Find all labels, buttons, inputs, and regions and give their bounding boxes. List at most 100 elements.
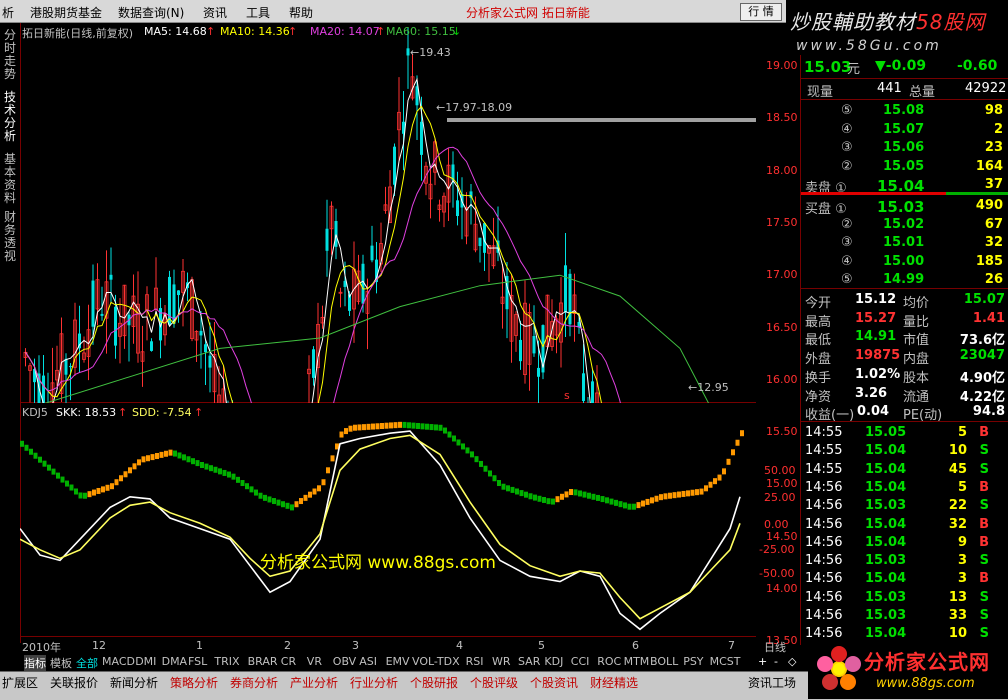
buy-level[interactable]: ⑤ 14.99 26 [801, 271, 1008, 289]
candle-body-down [370, 245, 374, 261]
menu-item-help[interactable]: 帮助 [289, 4, 313, 21]
menu-item-hk-futures[interactable]: 港股期货基金 [30, 4, 102, 21]
indicator-macd[interactable]: MACD [102, 655, 135, 668]
bottom-tab[interactable]: 个股资讯 [530, 674, 578, 690]
indicator-模板[interactable]: 模板 [50, 655, 72, 671]
tick-time: 14:56 [805, 534, 843, 550]
tick-row: 14:56 15.03 3 S [801, 552, 1008, 570]
indicator-全部[interactable]: 全部 [76, 655, 98, 671]
bottom-tab[interactable]: 个股评级 [470, 674, 518, 690]
high-note: ←19.43 [410, 46, 451, 59]
stat-label: 均价 [903, 296, 930, 311]
tick-side: B [979, 425, 989, 440]
kdj-step [627, 503, 632, 510]
stat-label: 净资 [805, 389, 832, 405]
price-chart[interactable]: s 拓日新能(日线,前复权) MA5: 14.68 ↑ MA10: 14.36 … [20, 23, 756, 403]
indicator-dma[interactable]: DMA [162, 655, 188, 668]
candle-body-down [100, 313, 104, 316]
kdj-step [618, 501, 623, 508]
tick-time: 14:56 [805, 479, 843, 495]
indicator-vr[interactable]: VR [307, 655, 322, 668]
bottom-tab[interactable]: 扩展区 [2, 674, 38, 690]
zoom-in-button[interactable]: + [758, 655, 767, 668]
kdj-chart[interactable]: KDJ5 SKK: 18.53 ↑ SDD: -7.54 ↑ 分析家公式网 ww… [20, 404, 756, 636]
indicator-brar[interactable]: BRAR [248, 655, 278, 668]
tab-fundamental[interactable]: 基本资料 [2, 153, 18, 205]
kdj-step [573, 489, 578, 496]
tick-volume: 3 [957, 553, 967, 569]
tab-intraday[interactable]: 分时走势 [2, 29, 18, 81]
now-vol-label: 现量 [807, 85, 834, 100]
bottom-tab[interactable]: 财经精选 [590, 674, 638, 690]
indicator-mcst[interactable]: MCST [710, 655, 741, 668]
indicator-指标[interactable]: 指标 [24, 655, 46, 671]
level-price: 14.99 [883, 272, 925, 287]
buy-bar [946, 192, 1008, 195]
sell-level[interactable]: ③ 15.06 23 [801, 139, 1008, 157]
kdj-step [384, 422, 389, 429]
candle-body-down [69, 366, 72, 368]
menu-item-news[interactable]: 资讯 [203, 4, 227, 21]
reset-zoom-button[interactable]: ◇ [788, 655, 796, 668]
indicator-rsi[interactable]: RSI [466, 655, 484, 668]
ma10-arrow: ↑ [288, 25, 298, 38]
indicator-cci[interactable]: CCI [571, 655, 590, 668]
level-volume: 490 [975, 198, 1003, 213]
menu-item-tools[interactable]: 工具 [246, 4, 270, 21]
tab-technical[interactable]: 技术分析 [2, 91, 18, 143]
indicator-sar[interactable]: SAR [518, 655, 540, 668]
bottom-tab[interactable]: 个股研报 [410, 674, 458, 690]
bottom-tab[interactable]: 策略分析 [170, 674, 218, 690]
buy-level[interactable]: 买盘 ① 15.03 490 [801, 197, 1008, 217]
bottom-tab[interactable]: 行业分析 [350, 674, 398, 690]
indicator-roc[interactable]: ROC [597, 655, 621, 668]
buy-level[interactable]: ③ 15.01 32 [801, 234, 1008, 252]
kdj-step [281, 501, 285, 508]
bottom-tab[interactable]: 产业分析 [290, 674, 338, 690]
kdj-step [375, 423, 380, 430]
price-axis: 19.00 18.50 18.00 17.50 17.00 16.50 16.00 15.50… [756, 23, 800, 700]
indicator-wr[interactable]: WR [492, 655, 511, 668]
buy-level[interactable]: ④ 15.00 185 [801, 253, 1008, 271]
kdj-step [569, 489, 573, 496]
kdj-step [294, 501, 299, 508]
tick-volume: 10 [948, 443, 967, 459]
zoom-out-button[interactable]: - [774, 655, 778, 668]
quote-button[interactable]: 行 情 [740, 3, 782, 21]
kdj-step [452, 435, 456, 442]
stat-row: 最低 14.91 市值 73.6亿 [801, 328, 1008, 348]
indicator-psy[interactable]: PSY [683, 655, 703, 668]
tab-financial[interactable]: 财务透视 [2, 211, 18, 263]
kdj-axis-tick: 25.00 [764, 491, 796, 504]
sell-level[interactable]: ④ 15.07 2 [801, 121, 1008, 139]
indicator-boll[interactable]: BOLL [650, 655, 678, 668]
price-axis-tick: 17.50 [766, 215, 798, 229]
bottom-tab[interactable]: 关联报价 [50, 674, 98, 690]
indicator-vol-tdx[interactable]: VOL-TDX [412, 655, 460, 668]
bottom-tab[interactable]: 资讯工场 [748, 674, 796, 690]
sell-level[interactable]: ⑤ 15.08 98 [801, 102, 1008, 120]
indicator-dmi[interactable]: DMI [135, 655, 156, 668]
menu-item-data-query[interactable]: 数据查询(N) [118, 4, 184, 21]
indicator-fsl[interactable]: FSL [188, 655, 207, 668]
indicator-trix[interactable]: TRIX [214, 655, 239, 668]
indicator-emv[interactable]: EMV [386, 655, 410, 668]
buy-level[interactable]: ② 15.02 67 [801, 216, 1008, 234]
tick-side: B [979, 516, 989, 532]
tick-price: 15.03 [865, 553, 907, 569]
indicator-cr[interactable]: CR [281, 655, 296, 668]
bottom-tab[interactable]: 新闻分析 [110, 674, 158, 690]
indicator-asi[interactable]: ASI [359, 655, 377, 668]
tick-time: 14:56 [805, 608, 843, 623]
bottom-tab[interactable]: 券商分析 [230, 674, 278, 690]
sell-level[interactable]: ② 15.05 164 [801, 158, 1008, 176]
kdj-step [681, 490, 686, 497]
indicator-mtm[interactable]: MTM [624, 655, 650, 668]
indicator-kdj[interactable]: KDJ [544, 655, 563, 668]
indicator-obv[interactable]: OBV [333, 655, 356, 668]
kdj-step [564, 491, 569, 498]
menu-item-analysis[interactable]: 析 [2, 4, 14, 21]
tick-volume: 9 [957, 534, 967, 550]
period-label[interactable]: 日线 [764, 639, 786, 655]
candle-body-down [582, 373, 585, 402]
